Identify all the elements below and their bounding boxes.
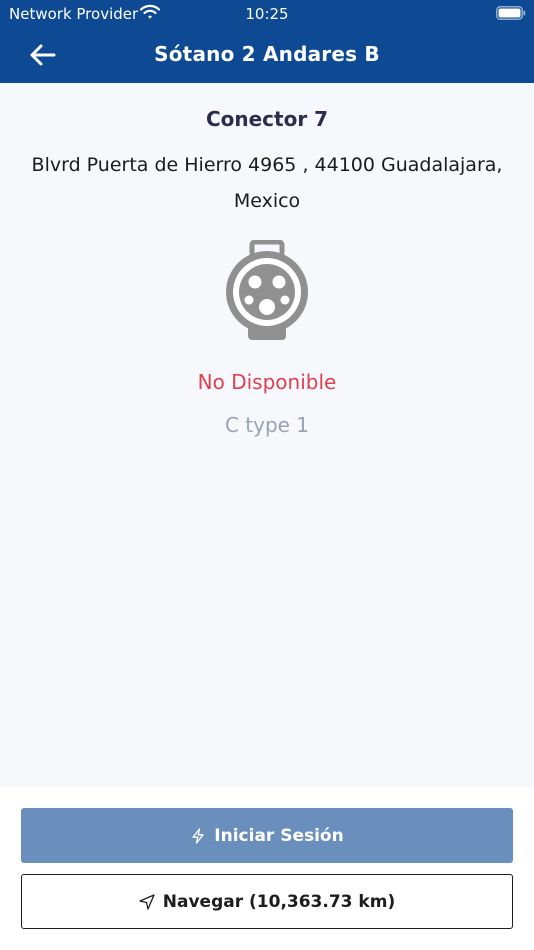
navigate-button[interactable]: Navegar (10,363.73 km) (21, 874, 513, 929)
navigation-bar: Sótano 2 Andares B (0, 28, 534, 83)
start-session-button[interactable]: Iniciar Sesión (21, 808, 513, 863)
page-title: Sótano 2 Andares B (154, 42, 380, 66)
connector-title: Conector 7 (205, 107, 329, 131)
connector-address: Blvrd Puerta de Hierro 4965 , 44100 Guad… (31, 154, 503, 212)
type1-plug-icon (226, 240, 308, 340)
status-bar: Network Provider 10:25 (0, 0, 534, 28)
navigation-arrow-icon (139, 893, 155, 910)
connector-type: C type 1 (224, 413, 310, 437)
availability-status: No Disponible (197, 370, 337, 394)
navigate-label: Navegar (10,363.73 km) (162, 891, 396, 912)
lightning-icon (192, 827, 204, 844)
connector-details: Conector 7 Blvrd Puerta de Hierro 4965 ,… (0, 83, 534, 787)
status-time: 10:25 (245, 5, 289, 23)
action-footer: Iniciar Sesión Navegar (10,363.73 km) (0, 787, 534, 950)
battery-icon (496, 6, 526, 20)
app-header: Network Provider 10:25 Sótano 2 Andares … (0, 0, 534, 83)
start-session-label: Iniciar Sesión (214, 825, 344, 846)
